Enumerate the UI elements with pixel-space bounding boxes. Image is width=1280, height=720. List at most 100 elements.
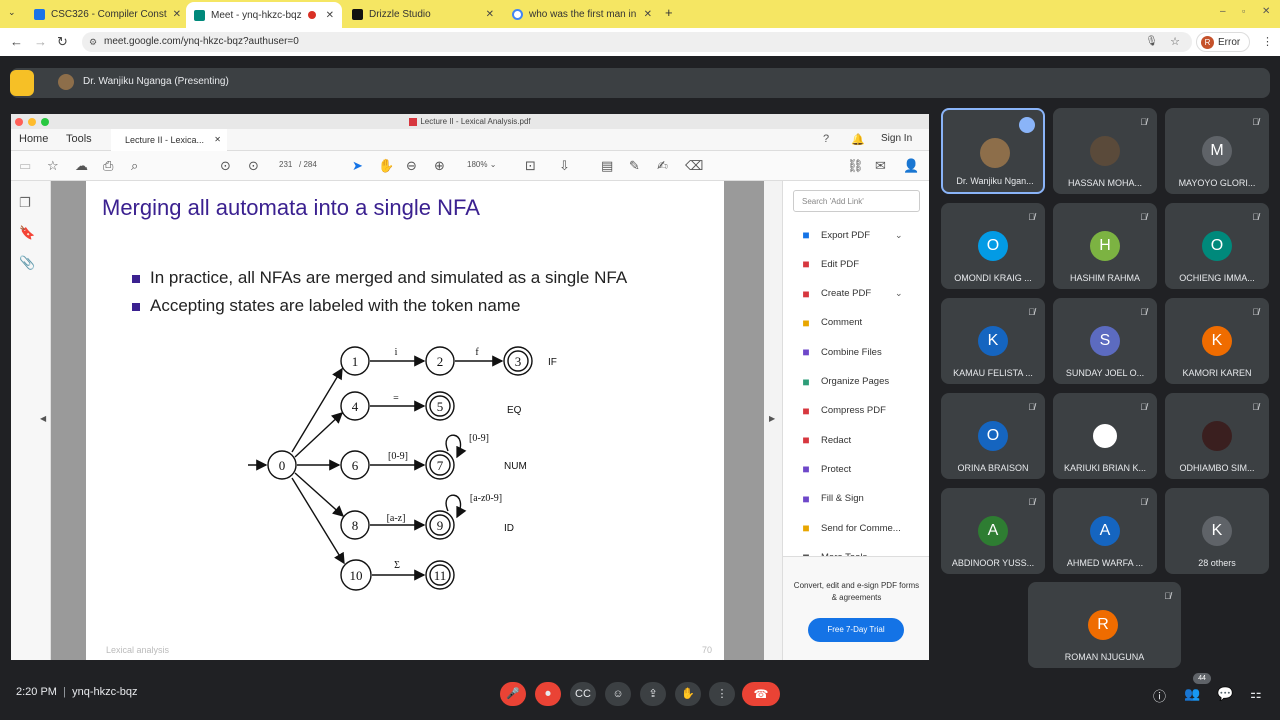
collapse-left-icon[interactable]: ◀: [40, 414, 46, 423]
participant-tile[interactable]: KARIUKI BRIAN K... 🎙̸: [1053, 393, 1157, 479]
tab-drizzle[interactable]: Drizzle Studio ✕: [344, 3, 502, 25]
close-tab-icon[interactable]: ✕: [326, 10, 334, 21]
link-icon[interactable]: ⛓: [847, 158, 864, 174]
tool-redact[interactable]: ■ Redact: [799, 430, 851, 450]
profile-button[interactable]: R Error: [1196, 32, 1250, 52]
captions-button[interactable]: CC: [570, 682, 596, 706]
people-icon[interactable]: 👥: [1184, 686, 1200, 702]
menu-tools[interactable]: Tools: [66, 133, 92, 145]
collapse-right-icon[interactable]: ▶: [769, 414, 775, 423]
participant-tile[interactable]: HASSAN MOHA... 🎙̸: [1053, 108, 1157, 194]
bookmarks-icon[interactable]: 🔖: [19, 225, 35, 241]
chevron-down-icon[interactable]: ⌄: [895, 288, 903, 299]
mail-icon[interactable]: ✉: [875, 158, 886, 174]
tool-fill-sign[interactable]: ■ Fill & Sign: [799, 489, 863, 509]
tool-organize-pages[interactable]: ■ Organize Pages: [799, 372, 889, 392]
leave-call-button[interactable]: ☎: [742, 682, 780, 706]
tool-compress-pdf[interactable]: ■ Compress PDF: [799, 401, 886, 421]
chevron-down-icon[interactable]: ⌄: [895, 230, 903, 241]
share-user-icon[interactable]: 👤: [903, 158, 919, 174]
select-cursor-icon[interactable]: ➤: [352, 158, 363, 174]
zoom-in-icon[interactable]: ⊕: [434, 158, 445, 174]
more-options-button[interactable]: ⋮: [709, 682, 735, 706]
new-tab-icon[interactable]: +: [665, 5, 673, 20]
hand-tool-icon[interactable]: ✋: [378, 158, 394, 174]
reload-icon[interactable]: ↻: [57, 34, 68, 50]
tool-edit-pdf[interactable]: ■ Edit PDF: [799, 254, 859, 274]
close-doc-icon[interactable]: ✕: [214, 135, 221, 144]
tool-protect[interactable]: ■ Protect: [799, 459, 851, 479]
close-tab-icon[interactable]: ✕: [173, 9, 181, 20]
zoom-dot-icon[interactable]: [41, 118, 49, 126]
participant-tile[interactable]: O OCHIENG IMMA... 🎙̸: [1165, 203, 1269, 289]
meeting-details-icon[interactable]: ⓘ: [1153, 686, 1166, 705]
close-window-icon[interactable]: ✕: [1262, 6, 1270, 17]
tools-search-input[interactable]: Search 'Add Link': [793, 190, 920, 212]
chat-icon[interactable]: 💬: [1217, 686, 1233, 702]
presentation-icon[interactable]: [10, 70, 34, 96]
emoji-button[interactable]: ☺: [605, 682, 631, 706]
print-icon[interactable]: ⎙: [103, 158, 113, 174]
tab-compiler-course[interactable]: CSC326 - Compiler Const ✕: [26, 3, 184, 25]
forward-icon[interactable]: →: [34, 34, 47, 49]
upload-cloud-icon[interactable]: ☁: [75, 158, 88, 174]
microphone-icon[interactable]: 🎙: [1145, 32, 1158, 52]
minimize-icon[interactable]: –: [1220, 6, 1226, 17]
erase-icon[interactable]: ⌫: [685, 158, 703, 174]
activities-icon[interactable]: ⚏: [1250, 686, 1262, 702]
site-info-icon[interactable]: ⚙: [89, 32, 97, 52]
next-page-icon[interactable]: ⊙: [248, 158, 259, 174]
free-trial-button[interactable]: Free 7-Day Trial: [808, 618, 904, 642]
participant-tile[interactable]: A ABDINOOR YUSS... 🎙̸: [941, 488, 1045, 574]
page-indicator[interactable]: 231 / 284: [279, 160, 317, 169]
notification-bell-icon[interactable]: 🔔: [851, 133, 865, 146]
tool-comment[interactable]: ■ Comment: [799, 313, 862, 333]
back-icon[interactable]: ←: [10, 34, 23, 49]
menu-home[interactable]: Home: [19, 133, 48, 145]
sign-in-button[interactable]: Sign In: [881, 133, 912, 144]
comment-bubble-icon[interactable]: ▤: [601, 158, 613, 174]
browser-menu-icon[interactable]: ⋮: [1262, 35, 1273, 48]
participant-tile[interactable]: K 28 others: [1165, 488, 1269, 574]
close-tab-icon[interactable]: ✕: [644, 9, 652, 20]
tool-export-pdf[interactable]: ■ Export PDF ⌄: [799, 225, 902, 245]
participant-tile[interactable]: O ORINA BRAISON 🎙̸: [941, 393, 1045, 479]
present-button[interactable]: ⇪: [640, 682, 666, 706]
participant-tile[interactable]: A AHMED WARFA ... 🎙̸: [1053, 488, 1157, 574]
tool-send-comments[interactable]: ■ Send for Comme...: [799, 518, 900, 538]
close-dot-icon[interactable]: [15, 118, 23, 126]
raise-hand-button[interactable]: ✋: [675, 682, 701, 706]
draw-icon[interactable]: ✍: [657, 158, 668, 174]
document-tab[interactable]: Lecture II - Lexica... ✕: [111, 129, 227, 151]
url-input[interactable]: ⚙ meet.google.com/ynq-hkzc-bqz?authuser=…: [82, 32, 1192, 52]
mic-off-button[interactable]: 🎤: [500, 682, 526, 706]
zoom-out-icon[interactable]: ⊖: [406, 158, 417, 174]
close-tab-icon[interactable]: ✕: [486, 9, 494, 20]
previous-page-icon[interactable]: ⊙: [220, 158, 231, 174]
camera-off-button[interactable]: ⏺: [535, 682, 561, 706]
highlight-pen-icon[interactable]: ✎: [629, 158, 640, 174]
participant-tile[interactable]: K KAMAU FELISTA ... 🎙̸: [941, 298, 1045, 384]
tab-meet[interactable]: Meet - ynq-hkzc-bqz ✕: [186, 2, 342, 28]
participant-tile[interactable]: M MAYOYO GLORI... 🎙̸: [1165, 108, 1269, 194]
participant-tile[interactable]: S SUNDAY JOEL O... 🎙̸: [1053, 298, 1157, 384]
bookmark-star-icon[interactable]: ☆: [1170, 32, 1180, 52]
participant-tile[interactable]: K KAMORI KAREN 🎙̸: [1165, 298, 1269, 384]
scroll-mode-icon[interactable]: ⇩: [559, 158, 570, 174]
pages-icon[interactable]: ❐: [19, 195, 31, 211]
tab-google-search[interactable]: who was the first man in ✕: [504, 3, 660, 25]
participant-tile[interactable]: O OMONDI KRAIG ... 🎙̸: [941, 203, 1045, 289]
help-icon[interactable]: ?: [823, 133, 829, 145]
favorite-star-icon[interactable]: ☆: [47, 158, 59, 174]
zoom-level-select[interactable]: 180% ⌄: [467, 160, 496, 169]
tab-search-icon[interactable]: ⌄: [8, 7, 16, 18]
attachments-icon[interactable]: 📎: [19, 255, 35, 271]
zoom-search-icon[interactable]: ⌕: [131, 158, 138, 174]
participant-tile[interactable]: ODHIAMBO SIM... 🎙̸: [1165, 393, 1269, 479]
save-icon[interactable]: ▭: [19, 158, 31, 174]
minimize-dot-icon[interactable]: [28, 118, 36, 126]
participant-tile[interactable]: H HASHIM RAHMA 🎙̸: [1053, 203, 1157, 289]
fit-page-icon[interactable]: ⊡: [525, 158, 536, 174]
participant-tile[interactable]: Dr. Wanjiku Ngan...: [941, 108, 1045, 194]
maximize-icon[interactable]: ▫: [1242, 6, 1245, 16]
